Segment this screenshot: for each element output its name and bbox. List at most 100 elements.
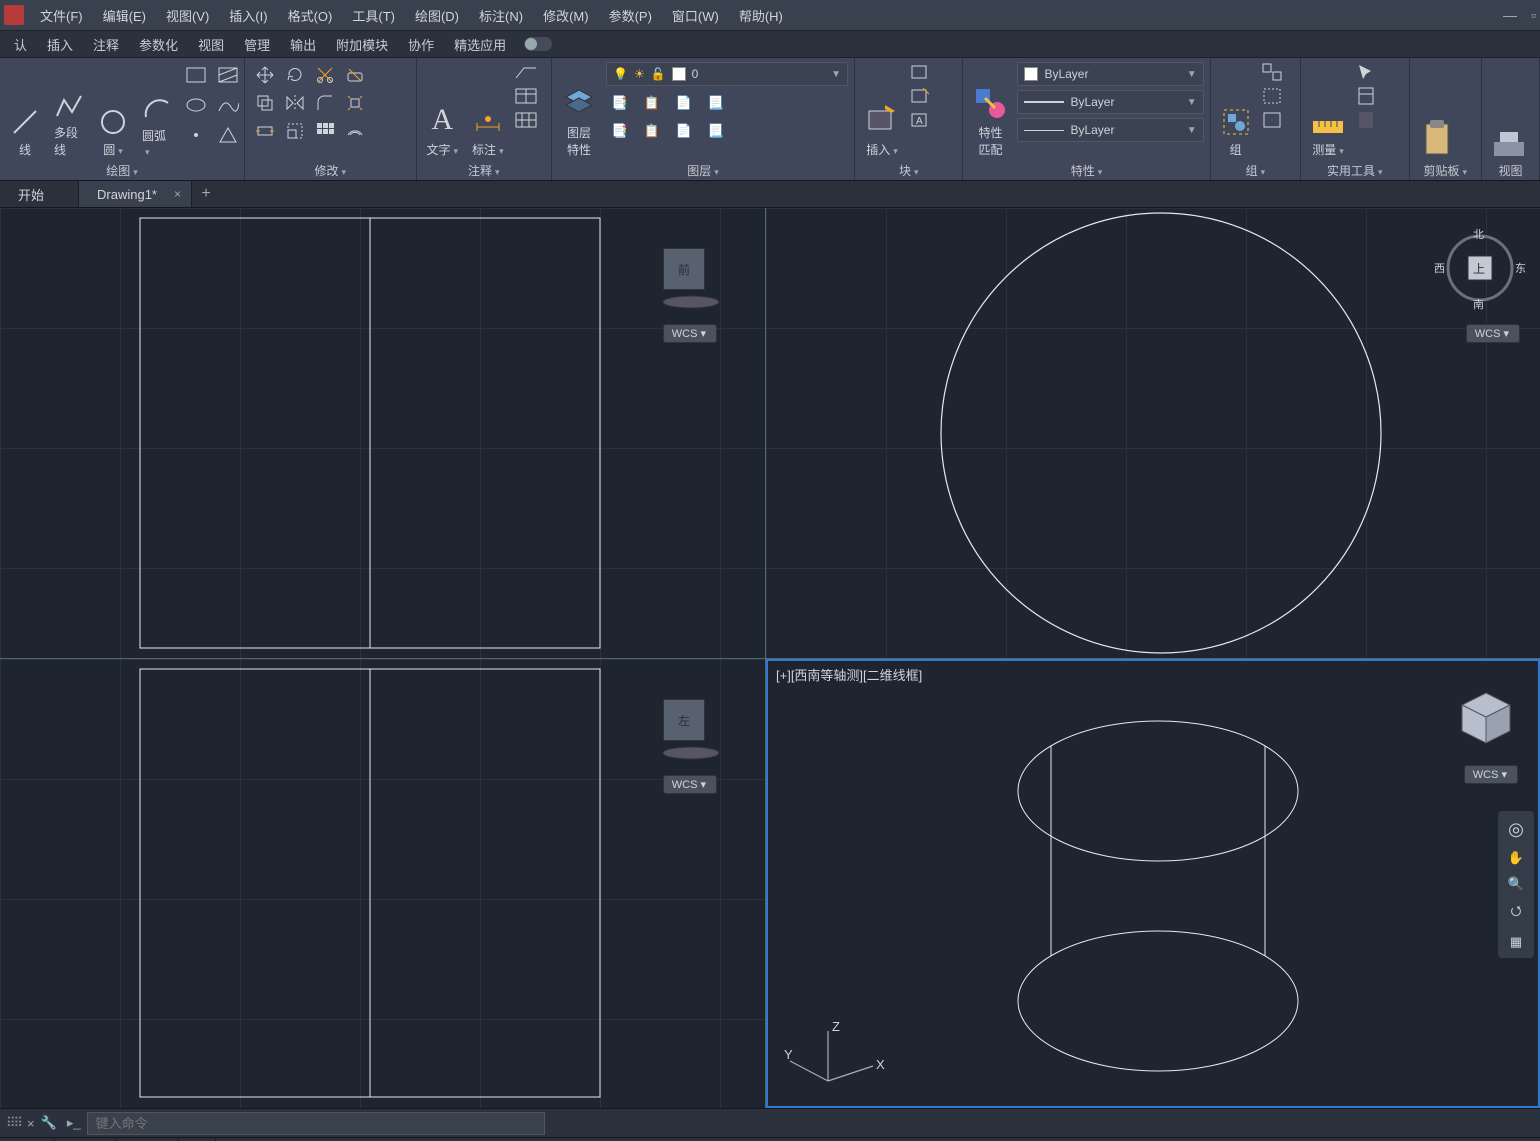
table2-icon[interactable] <box>514 110 538 130</box>
menu-window[interactable]: 窗口(W) <box>662 6 729 25</box>
layer-props[interactable]: 图层 特性 <box>558 62 600 160</box>
paste-btn[interactable] <box>1416 62 1458 160</box>
layer-icon[interactable]: 📋 <box>638 90 666 116</box>
layer-icon[interactable]: 📑 <box>606 90 634 116</box>
menu-tools[interactable]: 工具(T) <box>342 6 405 25</box>
panel-title[interactable]: 视图 <box>1498 162 1522 179</box>
table-icon[interactable] <box>514 86 538 106</box>
menu-modify[interactable]: 修改(M) <box>533 6 599 25</box>
ribbon-tab[interactable]: 注释 <box>83 31 129 57</box>
doc-tab-drawing[interactable]: Drawing1*× <box>79 181 192 207</box>
drag-handle-icon[interactable]: ⠿⠿ <box>6 1115 21 1131</box>
viewcube-iso[interactable] <box>1454 687 1518 751</box>
tool-text[interactable]: A文字 <box>423 62 463 160</box>
block-create-icon[interactable] <box>909 62 931 82</box>
panel-title[interactable]: 块 <box>899 162 919 179</box>
window-restore-icon[interactable]: ▫ <box>1531 7 1536 23</box>
viewport-left[interactable]: 左 WCS ▾ <box>0 659 766 1108</box>
panel-title[interactable]: 特性 <box>1071 162 1103 179</box>
panel-title[interactable]: 图层 <box>687 162 719 179</box>
block-edit-icon[interactable] <box>909 86 931 106</box>
group-edit-icon[interactable] <box>1261 86 1283 106</box>
wrench-icon[interactable]: 🔧 <box>41 1115 57 1131</box>
ribbon-tab[interactable]: 视图 <box>188 31 234 57</box>
wcs-badge[interactable]: WCS ▾ <box>1464 765 1518 784</box>
ribbon-tab[interactable]: 管理 <box>234 31 280 57</box>
nav-bar[interactable]: ◎ ✋ 🔍 ⭯ ▦ <box>1498 811 1534 958</box>
tool-region-icon[interactable] <box>214 122 242 148</box>
layer-icon[interactable]: 📄 <box>670 118 698 144</box>
ribbon-switch[interactable] <box>524 37 552 51</box>
tool-hatch-icon[interactable] <box>214 62 242 88</box>
viewport-iso[interactable]: [+][西南等轴测][二维线框] Z X Y WCS ▾ ◎ ✋ 🔍 <box>766 659 1540 1108</box>
tool-arc[interactable]: 圆弧 <box>138 62 176 160</box>
layer-icon[interactable]: 📄 <box>670 90 698 116</box>
array-icon[interactable] <box>311 118 339 144</box>
group-mgr-icon[interactable] <box>1261 110 1283 130</box>
erase-icon[interactable] <box>341 62 369 88</box>
mirror-icon[interactable] <box>281 90 309 116</box>
compass[interactable]: 北 南 东 西 上 <box>1440 228 1520 308</box>
viewport-front[interactable]: 前 WCS ▾ <box>0 208 766 659</box>
ribbon-tab[interactable]: 附加模块 <box>326 31 398 57</box>
tool-dim[interactable]: 标注 <box>468 62 508 160</box>
panel-title[interactable]: 修改 <box>314 162 346 179</box>
wcs-badge[interactable]: WCS ▾ <box>663 324 717 343</box>
tool-line[interactable]: 线 <box>6 62 44 160</box>
viewcube[interactable]: 前 <box>663 248 705 290</box>
color-select[interactable]: ByLayer▼ <box>1017 62 1203 86</box>
tool-ellipse-icon[interactable] <box>182 92 210 118</box>
layer-icon[interactable]: 📋 <box>638 118 666 144</box>
orbit-icon[interactable]: ⭯ <box>1511 902 1522 924</box>
explode-icon[interactable] <box>341 90 369 116</box>
layer-select[interactable]: 💡 ☀ 🔓 0 ▼ <box>606 62 848 86</box>
trim-icon[interactable] <box>311 62 339 88</box>
base-view[interactable] <box>1488 62 1530 160</box>
menu-edit[interactable]: 编辑(E) <box>93 6 156 25</box>
app-icon[interactable] <box>4 5 24 25</box>
viewport-top[interactable]: 北 南 东 西 上 WCS ▾ <box>766 208 1540 659</box>
tool-circle[interactable]: 圆 <box>94 62 132 160</box>
quickcalc-icon[interactable] <box>1355 86 1377 106</box>
layer-icon[interactable]: 📃 <box>702 118 730 144</box>
lineweight-select[interactable]: ByLayer▼ <box>1017 90 1203 114</box>
wcs-badge[interactable]: WCS ▾ <box>1466 324 1520 343</box>
doc-tab-start[interactable]: 开始 <box>0 181 79 207</box>
panel-title[interactable]: 实用工具 <box>1327 162 1383 179</box>
linetype-select[interactable]: ByLayer▼ <box>1017 118 1203 142</box>
layer-icon[interactable]: 📃 <box>702 90 730 116</box>
match-props[interactable]: 特性 匹配 <box>969 62 1011 160</box>
pan-icon[interactable]: ✋ <box>1508 850 1524 866</box>
drawing-area[interactable]: 前 WCS ▾ 北 南 东 西 上 WCS ▾ 左 WCS ▾ <box>0 208 1540 1108</box>
window-minimize-icon[interactable]: — <box>1503 7 1517 23</box>
rotate-icon[interactable] <box>281 62 309 88</box>
fillet-icon[interactable] <box>311 90 339 116</box>
close-icon[interactable]: × <box>174 187 181 201</box>
tool-spline-icon[interactable] <box>214 92 242 118</box>
block-attr-icon[interactable]: A <box>909 110 931 130</box>
viewcube[interactable]: 左 <box>663 699 705 741</box>
menu-format[interactable]: 格式(O) <box>278 6 343 25</box>
stretch-icon[interactable] <box>251 118 279 144</box>
tool-point-icon[interactable] <box>182 122 210 148</box>
layer-icon[interactable]: 📑 <box>606 118 634 144</box>
panel-title[interactable]: 组 <box>1246 162 1266 179</box>
panel-title[interactable]: 绘图 <box>106 162 138 179</box>
select-icon[interactable] <box>1355 62 1377 82</box>
panel-title[interactable]: 注释 <box>468 162 500 179</box>
offset-icon[interactable] <box>341 118 369 144</box>
showmotion-icon[interactable]: ▦ <box>1510 934 1522 950</box>
menu-dim[interactable]: 标注(N) <box>469 6 533 25</box>
zoom-icon[interactable]: 🔍 <box>1508 876 1524 892</box>
move-icon[interactable] <box>251 62 279 88</box>
ribbon-tab[interactable]: 精选应用 <box>444 31 516 57</box>
ribbon-tab[interactable]: 插入 <box>37 31 83 57</box>
wcs-badge[interactable]: WCS ▾ <box>663 775 717 794</box>
ungroup-icon[interactable] <box>1261 62 1283 82</box>
leader-icon[interactable] <box>514 62 538 82</box>
group-btn[interactable]: 组 <box>1217 62 1255 160</box>
block-insert[interactable]: 插入 <box>861 62 903 160</box>
new-tab-button[interactable]: + <box>192 185 220 203</box>
tool-polyline[interactable]: 多段线 <box>50 62 88 160</box>
panel-title[interactable]: 剪贴板 <box>1423 162 1467 179</box>
